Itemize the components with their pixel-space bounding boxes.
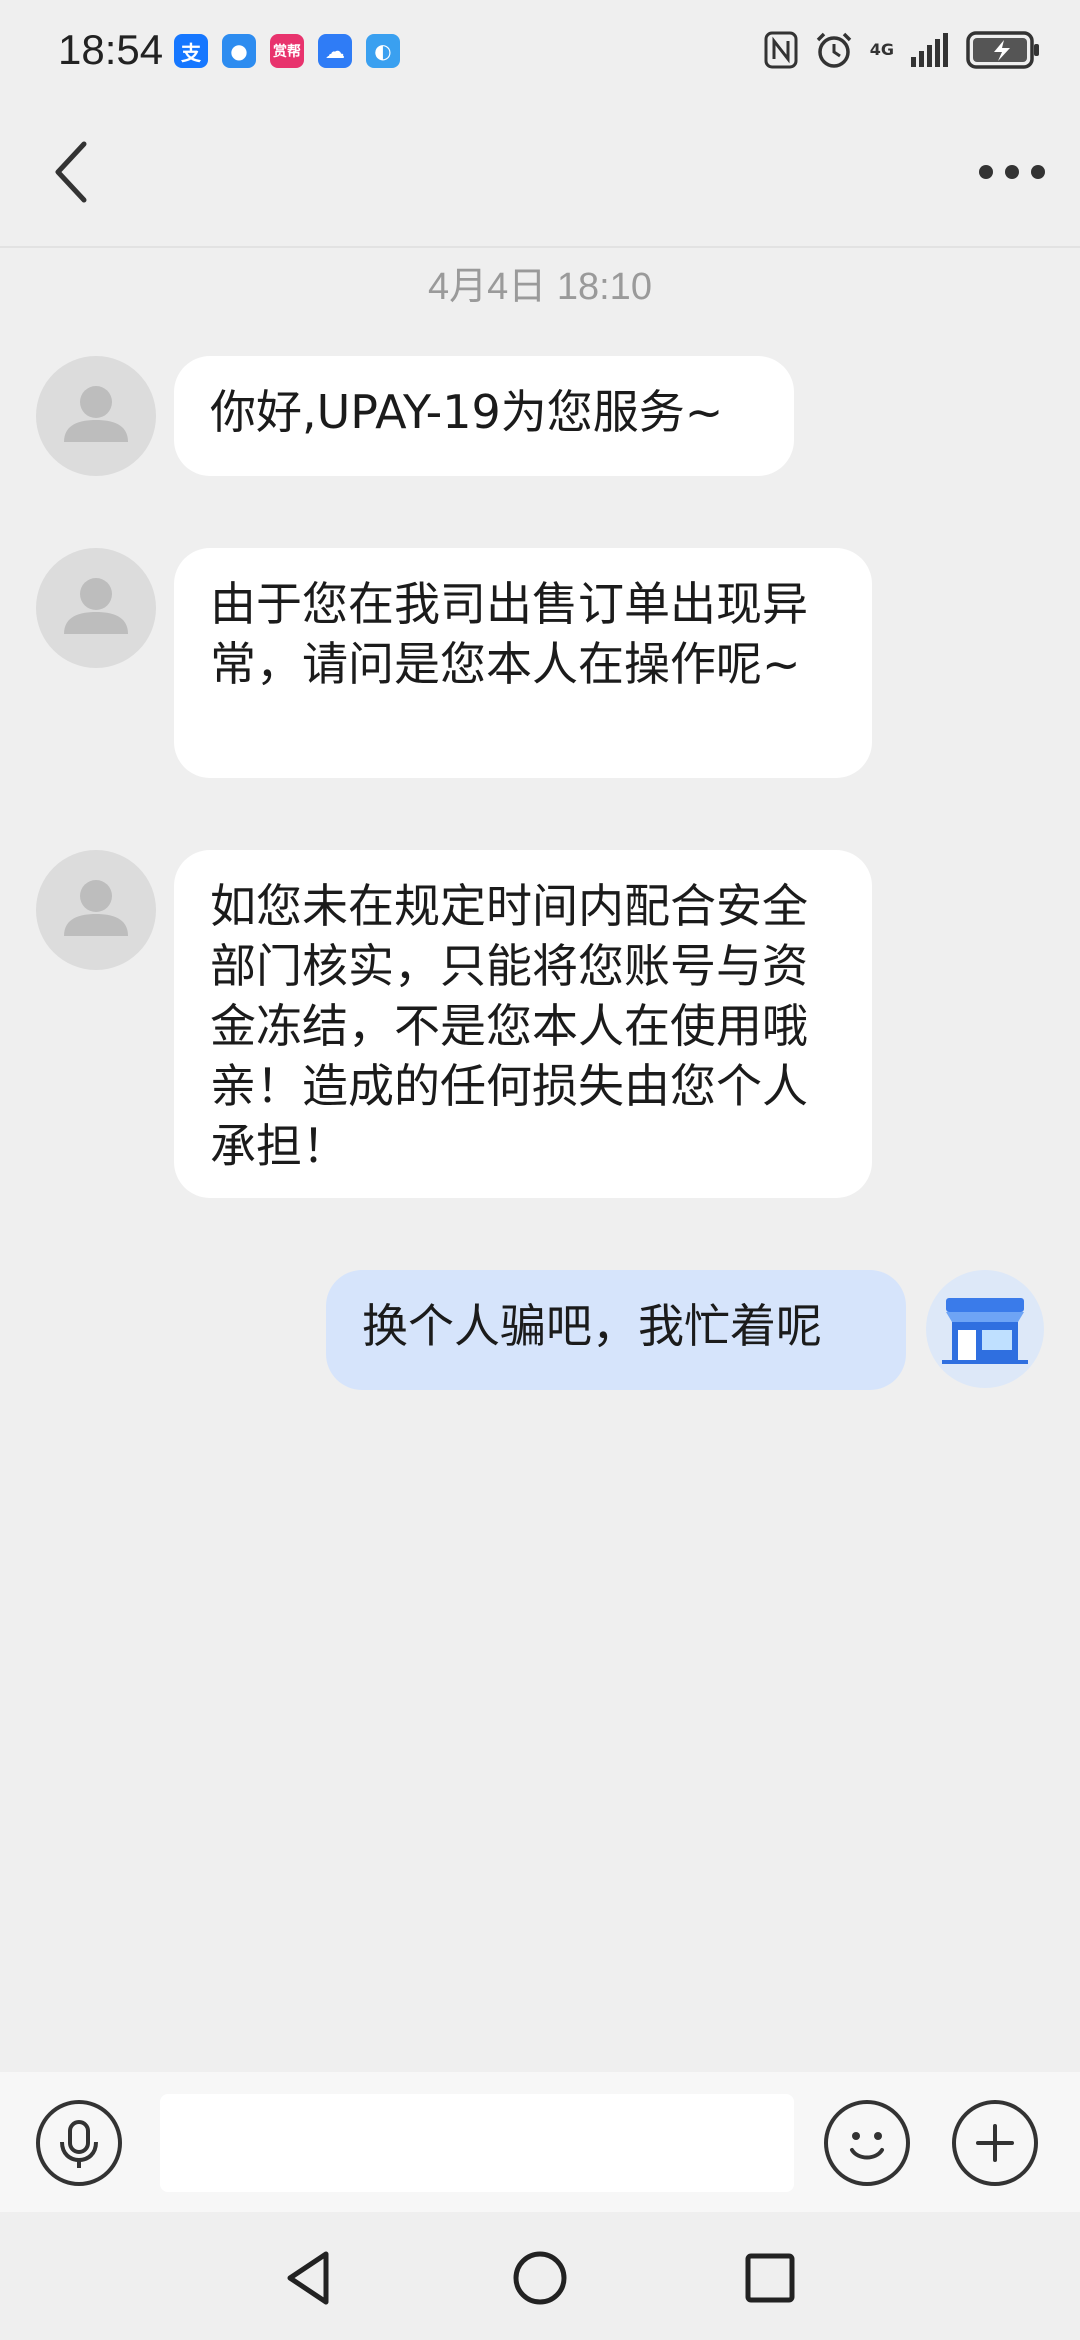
shop-icon: [942, 1298, 1028, 1364]
network-type-label: 4G: [869, 40, 894, 59]
nfc-icon: [764, 31, 798, 69]
nav-recents-button[interactable]: [740, 2248, 800, 2308]
circle-home-icon: [513, 2251, 567, 2305]
reward-app-icon: 赏帮: [270, 34, 304, 68]
incoming-message-bubble[interactable]: 如您未在规定时间内配合安全部门核实，只能将您账号与资金冻结，不是您本人在使用哦亲…: [174, 850, 872, 1198]
battery-icon: [966, 31, 1039, 69]
voice-input-button[interactable]: [36, 2100, 122, 2186]
plus-icon: [976, 2124, 1014, 2162]
message-timestamp: 4月4日 18:10: [428, 266, 652, 308]
nav-back-button[interactable]: [280, 2248, 340, 2308]
status-time: 18:54: [58, 26, 164, 73]
incoming-message-bubble[interactable]: 你好,UPAY-19为您服务~: [174, 356, 794, 476]
emoji-button[interactable]: [824, 2100, 910, 2186]
smiley-icon: [850, 2132, 884, 2160]
browser-app-icon: ◐: [366, 34, 400, 68]
system-icons: 4G: [764, 30, 1042, 70]
microphone-icon: [60, 2120, 98, 2168]
person-icon: [64, 386, 128, 442]
alarm-icon: [816, 32, 851, 68]
more-dots-icon: [979, 165, 1045, 179]
cloud-app-icon: ☁: [318, 34, 352, 68]
message-text-input[interactable]: [160, 2094, 794, 2192]
signal-icon: [911, 33, 948, 67]
notification-icons: 支 ● 赏帮 ☁ ◐: [174, 34, 400, 68]
conversation-header: [0, 100, 1080, 248]
back-button[interactable]: [40, 136, 106, 208]
sender-avatar: [36, 548, 156, 668]
sender-avatar: [36, 356, 156, 476]
square-recents-icon: [745, 2253, 795, 2303]
person-icon: [64, 578, 128, 634]
nav-home-button[interactable]: [510, 2248, 570, 2308]
person-icon: [64, 880, 128, 936]
triangle-back-icon: [287, 2251, 329, 2305]
add-attachment-button[interactable]: [952, 2100, 1038, 2186]
incoming-message-bubble[interactable]: 由于您在我司出售订单出现异常，请问是您本人在操作呢~: [174, 548, 872, 778]
more-options-button[interactable]: [974, 140, 1050, 204]
chevron-left-icon: [55, 141, 87, 203]
my-avatar[interactable]: [926, 1270, 1044, 1388]
message-app-icon: ●: [222, 34, 256, 68]
status-bar: 18:54 支 ● 赏帮 ☁ ◐ 4G: [0, 0, 1080, 100]
sender-avatar: [36, 850, 156, 970]
message-input-bar: [0, 2072, 1080, 2212]
alipay-icon: 支: [174, 34, 208, 68]
system-navigation-bar: [0, 2212, 1080, 2340]
outgoing-message-bubble[interactable]: 换个人骗吧，我忙着呢: [326, 1270, 906, 1390]
